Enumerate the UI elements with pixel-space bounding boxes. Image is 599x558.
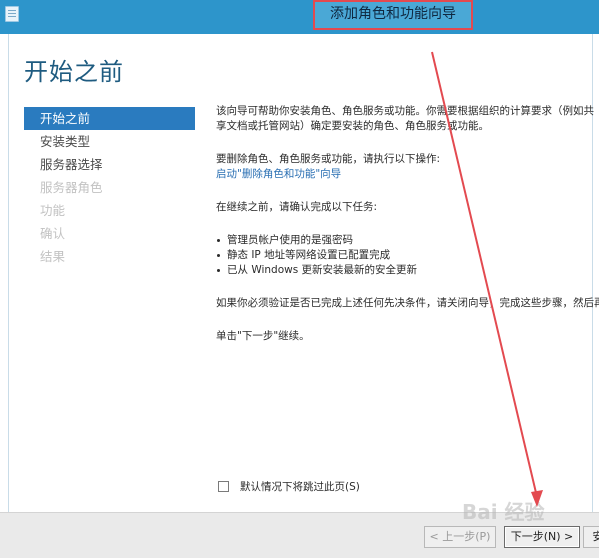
previous-button: < 上一步(P) bbox=[424, 526, 496, 548]
window-title: 添加角色和功能向导 bbox=[330, 6, 456, 22]
list-item: 已从 Windows 更新安装最新的安全更新 bbox=[216, 263, 599, 278]
baidu-watermark: Bai 经验 bbox=[462, 500, 545, 524]
nav-item-before-you-begin[interactable]: 开始之前 bbox=[24, 107, 195, 130]
nav-item-confirmation: 确认 bbox=[40, 226, 66, 241]
list-item: 静态 IP 地址等网络设置已配置完成 bbox=[216, 248, 599, 263]
list-item: 管理员帐户使用的是强密码 bbox=[216, 233, 599, 248]
skip-page-label: 默认情况下将跳过此页(S) bbox=[240, 481, 360, 493]
skip-page-option[interactable]: 默认情况下将跳过此页(S) bbox=[218, 479, 360, 494]
before-text: 在继续之前，请确认完成以下任务: bbox=[216, 201, 378, 213]
remove-text: 要删除角色、角色服务或功能，请执行以下操作: bbox=[216, 153, 441, 165]
verify-text: 如果你必须验证是否已完成上述任何先决条件，请关闭向导，完成这些步骤，然后再次运行… bbox=[216, 297, 599, 309]
skip-page-checkbox[interactable] bbox=[218, 481, 229, 492]
nav-item-server-selection[interactable]: 服务器选择 bbox=[24, 153, 195, 176]
next-hint: 单击"下一步"继续。 bbox=[216, 330, 310, 342]
next-button[interactable]: 下一步(N) > bbox=[504, 526, 580, 548]
nav-item-results: 结果 bbox=[40, 249, 66, 264]
wizard-window-icon bbox=[5, 6, 19, 22]
intro-text: 该向导可帮助你安装角色、角色服务或功能。你需要根据组织的计算要求（例如共享文档或… bbox=[216, 105, 594, 132]
nav-item-features: 功能 bbox=[40, 203, 66, 218]
install-button[interactable]: 安 bbox=[583, 526, 599, 548]
wizard-nav: 开始之前 安装类型 服务器选择 服务器角色 功能 确认 结果 bbox=[24, 107, 195, 268]
wizard-content: 该向导可帮助你安装角色、角色服务或功能。你需要根据组织的计算要求（例如共享文档或… bbox=[216, 104, 599, 362]
window-titlebar: 添加角色和功能向导 bbox=[0, 0, 599, 34]
nav-item-installation-type[interactable]: 安装类型 bbox=[24, 130, 195, 153]
page-title: 开始之前 bbox=[24, 58, 124, 86]
remove-instructions: 要删除角色、角色服务或功能，请执行以下操作: 启动"删除角色和功能"向导 bbox=[216, 152, 599, 182]
nav-item-server-roles: 服务器角色 bbox=[40, 180, 103, 195]
remove-roles-link[interactable]: 启动"删除角色和功能"向导 bbox=[216, 168, 341, 180]
prerequisite-list: 管理员帐户使用的是强密码 静态 IP 地址等网络设置已配置完成 已从 Windo… bbox=[216, 233, 599, 278]
